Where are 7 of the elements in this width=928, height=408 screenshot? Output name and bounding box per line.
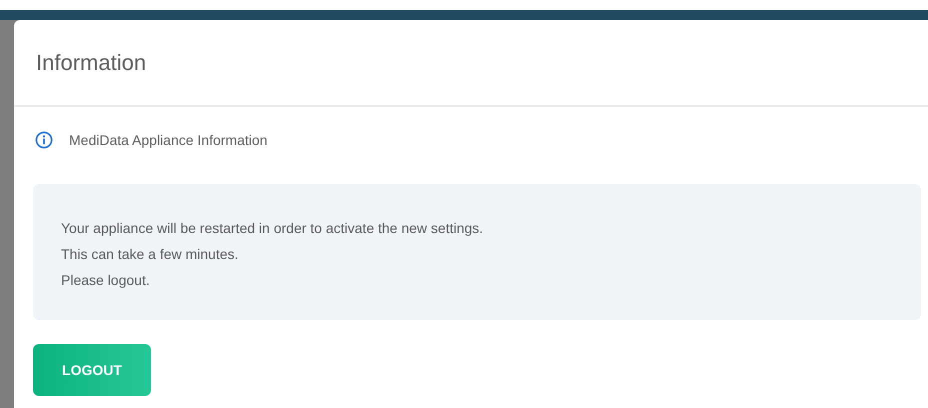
message-text: Please logout.	[61, 271, 151, 290]
info-icon	[35, 131, 53, 149]
message-text: Your appliance will be restarted in order to activate the new settings.	[61, 219, 484, 238]
logout-button[interactable]: LOGOUT	[33, 344, 151, 396]
dialog-subtitle: MediData Appliance Information	[69, 132, 268, 148]
dialog-title: Information	[36, 50, 146, 76]
message-text: This can take a few minutes.	[61, 245, 240, 264]
